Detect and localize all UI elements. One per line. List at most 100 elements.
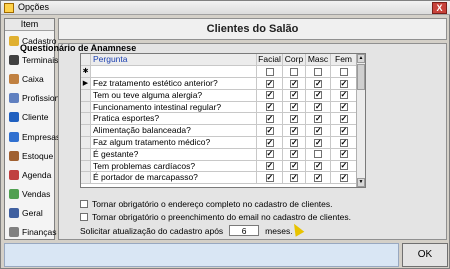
checkbox[interactable] bbox=[265, 67, 274, 76]
table-row[interactable]: Faz algum tratamento médico? ✓ ✓ ✓ ✓ bbox=[81, 137, 357, 149]
sidebar-item-finan-as[interactable]: Finanças bbox=[5, 223, 57, 242]
sidebar-item-profissional[interactable]: Profissional bbox=[5, 89, 66, 108]
corp-checkbox[interactable]: ✓ bbox=[290, 173, 298, 182]
ok-button[interactable]: OK bbox=[402, 243, 448, 267]
sidebar-item-label: Vendas bbox=[22, 189, 51, 200]
fem-checkbox[interactable]: ✓ bbox=[339, 150, 348, 159]
fem-checkbox[interactable]: ✓ bbox=[339, 126, 348, 135]
question-cell[interactable]: Alimentação balanceada? bbox=[91, 125, 257, 136]
fem-checkbox[interactable]: ✓ bbox=[339, 114, 348, 123]
corp-checkbox[interactable]: ✓ bbox=[290, 114, 298, 123]
column-header-facial[interactable]: Facial bbox=[257, 54, 283, 65]
column-header-question[interactable]: Pergunta bbox=[91, 54, 257, 65]
table-row[interactable]: É portador de marcapasso? ✓ ✓ ✓ ✓ bbox=[81, 172, 357, 185]
checkbox[interactable] bbox=[339, 67, 348, 76]
question-cell[interactable]: Funcionamento intestinal regular? bbox=[91, 101, 257, 113]
facial-checkbox[interactable]: ✓ bbox=[265, 79, 274, 88]
scroll-down-arrow[interactable]: ▼ bbox=[357, 178, 365, 187]
masc-checkbox[interactable] bbox=[314, 150, 322, 159]
update-months-input[interactable]: 6 bbox=[229, 225, 260, 236]
sidebar-item-terminais[interactable]: Terminais bbox=[5, 50, 58, 69]
scroll-up-arrow[interactable]: ▲ bbox=[357, 54, 365, 63]
fem-checkbox[interactable]: ✓ bbox=[339, 173, 348, 182]
new-row-question[interactable] bbox=[91, 66, 257, 77]
masc-checkbox[interactable]: ✓ bbox=[314, 162, 322, 171]
app-icon bbox=[4, 3, 14, 13]
corp-checkbox[interactable]: ✓ bbox=[290, 150, 298, 159]
facial-checkbox[interactable]: ✓ bbox=[265, 138, 274, 147]
sidebar-item-caixa[interactable]: Caixa bbox=[5, 69, 54, 88]
section-title: Questionário de Anamnese bbox=[20, 43, 137, 53]
masc-checkbox[interactable]: ✓ bbox=[314, 91, 322, 100]
new-row[interactable]: ✱ bbox=[81, 66, 357, 78]
corp-checkbox[interactable]: ✓ bbox=[290, 79, 298, 88]
facial-checkbox[interactable]: ✓ bbox=[265, 91, 274, 100]
corp-cell: ✓ bbox=[283, 89, 306, 101]
question-cell[interactable]: Fez tratamento estético anterior? bbox=[91, 78, 257, 89]
table-row[interactable]: Tem ou teve alguma alergia? ✓ ✓ ✓ ✓ bbox=[81, 89, 357, 102]
facial-checkbox[interactable]: ✓ bbox=[265, 173, 274, 182]
require-email-option[interactable]: Tornar obrigatório o preenchimento do em… bbox=[80, 212, 351, 222]
table-row[interactable]: Funcionamento intestinal regular? ✓ ✓ ✓ ✓ bbox=[81, 101, 357, 114]
masc-checkbox[interactable]: ✓ bbox=[314, 126, 322, 135]
facial-checkbox[interactable]: ✓ bbox=[265, 162, 274, 171]
column-header-fem[interactable]: Fem bbox=[331, 54, 357, 65]
masc-checkbox[interactable]: ✓ bbox=[314, 114, 322, 123]
row-indicator bbox=[81, 125, 91, 136]
fem-checkbox[interactable]: ✓ bbox=[339, 79, 348, 88]
question-cell[interactable]: Tem ou teve alguma alergia? bbox=[91, 89, 257, 101]
sidebar-item-cliente[interactable]: Cliente bbox=[5, 108, 54, 127]
checkbox[interactable] bbox=[290, 67, 298, 76]
table-row[interactable]: É gestante? ✓ ✓ ✓ bbox=[81, 148, 357, 161]
require-email-checkbox[interactable] bbox=[80, 213, 88, 221]
column-header-masc[interactable]: Masc bbox=[306, 54, 331, 65]
masc-checkbox[interactable]: ✓ bbox=[314, 79, 322, 88]
fem-checkbox[interactable]: ✓ bbox=[339, 138, 348, 147]
question-cell[interactable]: É portador de marcapasso? bbox=[91, 172, 257, 184]
row-indicator bbox=[81, 172, 91, 184]
sidebar-item-estoque[interactable]: Estoque bbox=[5, 146, 54, 165]
sidebar-item-empresas[interactable]: Empresas bbox=[5, 127, 60, 146]
require-address-checkbox[interactable] bbox=[80, 200, 88, 208]
anamnesis-grid[interactable]: Pergunta Facial Corp Masc Fem ✱ ▶ Fez tra… bbox=[80, 53, 366, 188]
update-frequency-row: Solicitar atualização do cadastro após 6… bbox=[80, 225, 293, 236]
corp-checkbox[interactable]: ✓ bbox=[290, 162, 298, 171]
corp-checkbox[interactable]: ✓ bbox=[290, 126, 298, 135]
masc-checkbox[interactable]: ✓ bbox=[314, 103, 322, 112]
corp-checkbox[interactable]: ✓ bbox=[290, 103, 298, 112]
terminal-icon bbox=[9, 54, 19, 65]
facial-cell: ✓ bbox=[257, 113, 283, 125]
sidebar-item-agenda[interactable]: Agenda bbox=[5, 165, 54, 184]
facial-checkbox[interactable]: ✓ bbox=[265, 114, 274, 123]
question-cell[interactable]: Tem problemas cardíacos? bbox=[91, 160, 257, 172]
require-address-option[interactable]: Tornar obrigatório o endereço completo n… bbox=[80, 199, 333, 209]
checkbox[interactable] bbox=[314, 67, 322, 76]
general-icon bbox=[9, 208, 19, 219]
corp-checkbox[interactable]: ✓ bbox=[290, 91, 298, 100]
facial-checkbox[interactable]: ✓ bbox=[265, 150, 274, 159]
column-header-corp[interactable]: Corp bbox=[283, 54, 306, 65]
question-cell[interactable]: Pratica esportes? bbox=[91, 113, 257, 125]
question-cell[interactable]: Faz algum tratamento médico? bbox=[91, 137, 257, 148]
fem-checkbox[interactable]: ✓ bbox=[339, 162, 348, 171]
corp-checkbox[interactable]: ✓ bbox=[290, 138, 298, 147]
facial-checkbox[interactable]: ✓ bbox=[265, 126, 274, 135]
table-row[interactable]: Alimentação balanceada? ✓ ✓ ✓ ✓ bbox=[81, 125, 357, 137]
update-suffix-label: meses. bbox=[265, 225, 293, 236]
sidebar-item-label: Estoque bbox=[22, 150, 54, 161]
sidebar-item-geral[interactable]: Geral bbox=[5, 204, 54, 223]
masc-checkbox[interactable]: ✓ bbox=[314, 173, 322, 182]
table-row[interactable]: Pratica esportes? ✓ ✓ ✓ ✓ bbox=[81, 113, 357, 126]
close-button[interactable]: X bbox=[432, 2, 447, 14]
grid-scrollbar[interactable]: ▲ ▼ bbox=[356, 54, 365, 187]
fem-checkbox[interactable]: ✓ bbox=[339, 91, 348, 100]
scroll-thumb[interactable] bbox=[357, 64, 365, 90]
table-row[interactable]: ▶ Fez tratamento estético anterior? ✓ ✓ ✓ ✓ bbox=[81, 78, 357, 90]
question-cell[interactable]: É gestante? bbox=[91, 148, 257, 160]
page-title: Clientes do Salão bbox=[58, 18, 447, 40]
sidebar-item-vendas[interactable]: Vendas bbox=[5, 185, 54, 204]
table-row[interactable]: Tem problemas cardíacos? ✓ ✓ ✓ ✓ bbox=[81, 160, 357, 173]
masc-checkbox[interactable]: ✓ bbox=[314, 138, 322, 147]
facial-checkbox[interactable]: ✓ bbox=[265, 103, 274, 112]
fem-checkbox[interactable]: ✓ bbox=[339, 103, 348, 112]
